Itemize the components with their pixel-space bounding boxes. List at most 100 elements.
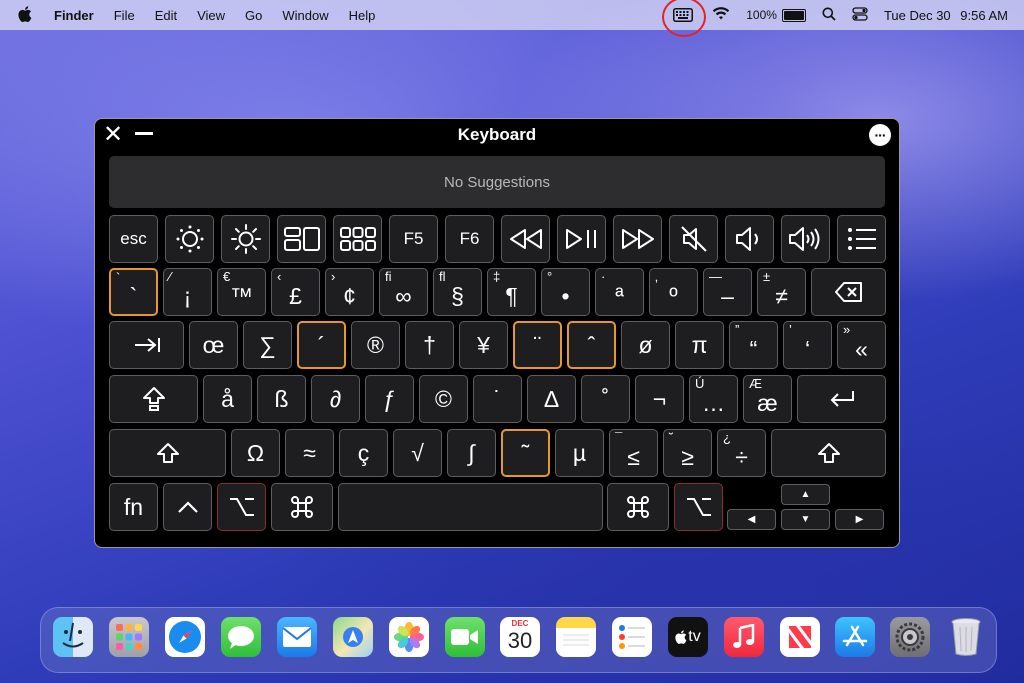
key-6[interactable]: ﬂ § [433,268,482,316]
key-semicolon[interactable]: Ú… [689,375,738,423]
return-key[interactable] [797,375,886,423]
left-option-key[interactable] [217,483,266,531]
key-9[interactable]: · ª [595,268,644,316]
facetime-icon[interactable] [445,617,485,657]
key-v[interactable]: √ [393,429,442,477]
more-options-icon[interactable]: ··· [869,124,891,146]
key-a[interactable]: å [203,375,252,423]
fn-key[interactable]: fn [109,483,158,531]
key-e[interactable]: ´ [297,321,346,369]
key-w[interactable]: ∑ [243,321,292,369]
key-f5[interactable]: F5 [389,215,438,263]
key-u[interactable]: ¨ [513,321,562,369]
play-pause-key[interactable] [557,215,606,263]
menu-go[interactable]: Go [245,8,262,23]
caps-lock-key[interactable] [109,375,198,423]
key-h[interactable]: ˙ [473,375,522,423]
key-x[interactable]: ≈ [285,429,334,477]
right-shift-key[interactable] [771,429,886,477]
key-7[interactable]: ‡ ¶ [487,268,536,316]
key-k[interactable]: ˚ [581,375,630,423]
key-3[interactable]: ‹ £ [271,268,320,316]
key-2[interactable]: € ™ [217,268,266,316]
key-backslash[interactable]: » « [837,321,886,369]
key-right-bracket[interactable]: ’ ‘ [783,321,832,369]
volume-up-key[interactable] [781,215,830,263]
key-left-bracket[interactable]: ” “ [729,321,778,369]
safari-icon[interactable] [165,617,205,657]
mute-key[interactable] [669,215,718,263]
finder-icon[interactable] [53,617,93,657]
menu-app-name[interactable]: Finder [54,8,94,23]
left-shift-key[interactable] [109,429,226,477]
key-l[interactable]: ¬ [635,375,684,423]
brightness-down-key[interactable] [165,215,214,263]
key-5[interactable]: ﬁ ∞ [379,268,428,316]
key-4[interactable]: › ¢ [325,268,374,316]
menu-window[interactable]: Window [282,8,328,23]
launchpad-icon[interactable] [109,617,149,657]
launchpad-key[interactable] [333,215,382,263]
control-center-icon[interactable] [852,6,868,24]
volume-down-key[interactable] [725,215,774,263]
key-z[interactable]: Ω [231,429,280,477]
tab-key[interactable] [109,321,184,369]
app-store-icon[interactable] [835,617,875,657]
arrow-right-key[interactable]: ▶ [835,509,884,530]
menu-help[interactable]: Help [349,8,376,23]
photos-icon[interactable] [389,617,429,657]
apple-tv-icon[interactable]: tv [668,617,708,657]
key-y[interactable]: ¥ [459,321,508,369]
key-d[interactable]: ∂ [311,375,360,423]
key-m[interactable]: µ [555,429,604,477]
key-quote[interactable]: Ææ [743,375,792,423]
mission-control-key[interactable] [277,215,326,263]
notes-icon[interactable] [556,617,596,657]
system-settings-icon[interactable] [890,617,930,657]
menu-edit[interactable]: Edit [155,8,177,23]
spotlight-search-icon[interactable] [822,7,836,24]
fast-forward-key[interactable] [613,215,662,263]
arrow-up-key[interactable]: ▲ [781,484,830,505]
music-icon[interactable] [724,617,764,657]
key-8[interactable]: ° • [541,268,590,316]
key-s[interactable]: ß [257,375,306,423]
key-esc[interactable]: esc [109,215,158,263]
mail-icon[interactable] [277,617,317,657]
key-comma[interactable]: ¯ ≤ [609,429,658,477]
messages-icon[interactable] [221,617,261,657]
apple-menu-icon[interactable] [18,5,32,25]
key-g[interactable]: © [419,375,468,423]
key-j[interactable]: ∆ [527,375,576,423]
key-1[interactable]: ⁄ ¡ [163,268,212,316]
list-key[interactable] [837,215,886,263]
key-period[interactable]: ˘ ≥ [663,429,712,477]
wifi-icon[interactable] [712,6,730,24]
maps-icon[interactable] [333,617,373,657]
menu-clock[interactable]: Tue Dec 30 9:56 AM [884,8,1008,23]
key-b[interactable]: ∫ [447,429,496,477]
key-t[interactable]: † [405,321,454,369]
key-c[interactable]: ç [339,429,388,477]
battery-indicator[interactable]: 100% [746,8,806,22]
key-n[interactable]: ˜ [501,429,550,477]
key-p[interactable]: π [675,321,724,369]
key-slash[interactable]: ¿ ÷ [717,429,766,477]
reminders-icon[interactable] [612,617,652,657]
space-bar[interactable] [338,483,603,531]
arrow-down-key[interactable]: ▼ [781,509,830,530]
key-q[interactable]: œ [189,321,238,369]
news-icon[interactable] [780,617,820,657]
key-minus[interactable]: — – [703,268,752,316]
key-grave[interactable]: ` ` [109,268,158,316]
control-key[interactable] [163,483,212,531]
rewind-key[interactable] [501,215,550,263]
key-f[interactable]: ƒ [365,375,414,423]
arrow-left-key[interactable]: ◀ [727,509,776,530]
keyboard-viewer-status-item[interactable] [662,0,707,37]
right-option-key[interactable] [674,483,723,531]
menu-file[interactable]: File [114,8,135,23]
left-command-key[interactable] [271,483,333,531]
menu-view[interactable]: View [197,8,225,23]
key-r[interactable]: ® [351,321,400,369]
